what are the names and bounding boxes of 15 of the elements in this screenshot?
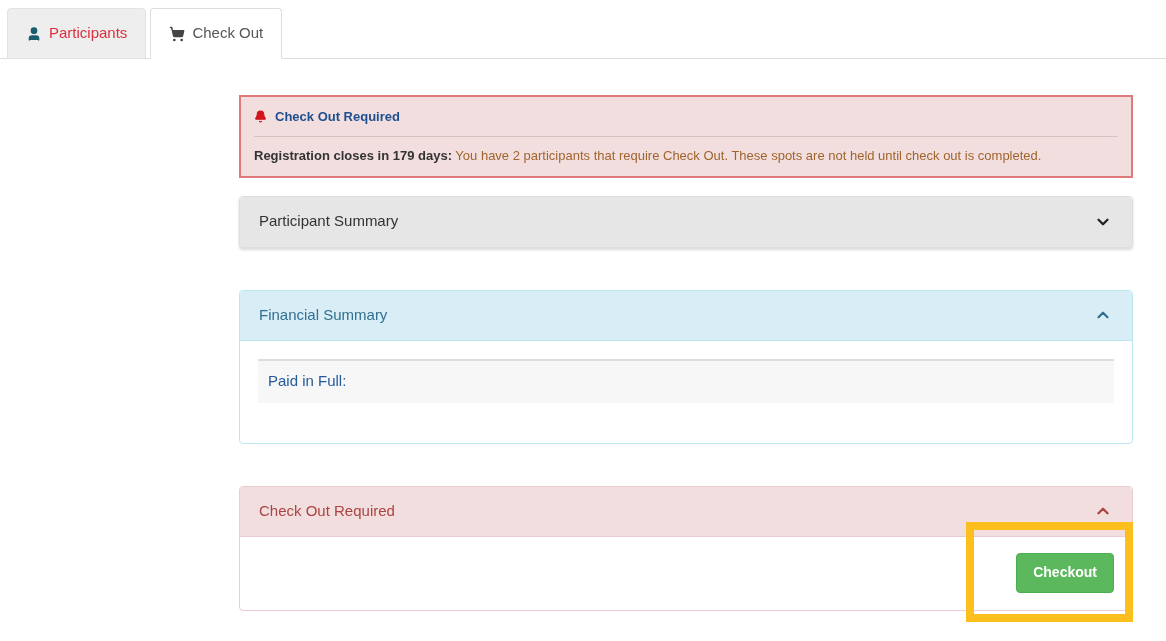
bell-icon [254,110,267,124]
user-icon [26,25,42,42]
panel-heading[interactable]: Check Out Required [240,486,1132,537]
alert-title: Check Out Required [275,108,400,126]
panel-title: Check Out Required [259,500,395,521]
tab[interactable]: Participants [7,8,147,59]
panel-heading[interactable]: Participant Summary [240,196,1132,247]
tab[interactable]: Check Out [150,8,283,59]
alert-message: Registration closes in 179 days: You have 2 participants that require Check Out. These spots are not held until check out is completed. [254,146,1043,165]
panel-heading[interactable]: Financial Summary [240,290,1132,341]
row-label: Paid in Full: [268,371,347,392]
panel-title: Participant Summary [259,211,399,232]
panel-title: Financial Summary [259,304,388,325]
checkout-button[interactable]: Checkout [1016,552,1114,593]
cart-icon [169,25,186,42]
